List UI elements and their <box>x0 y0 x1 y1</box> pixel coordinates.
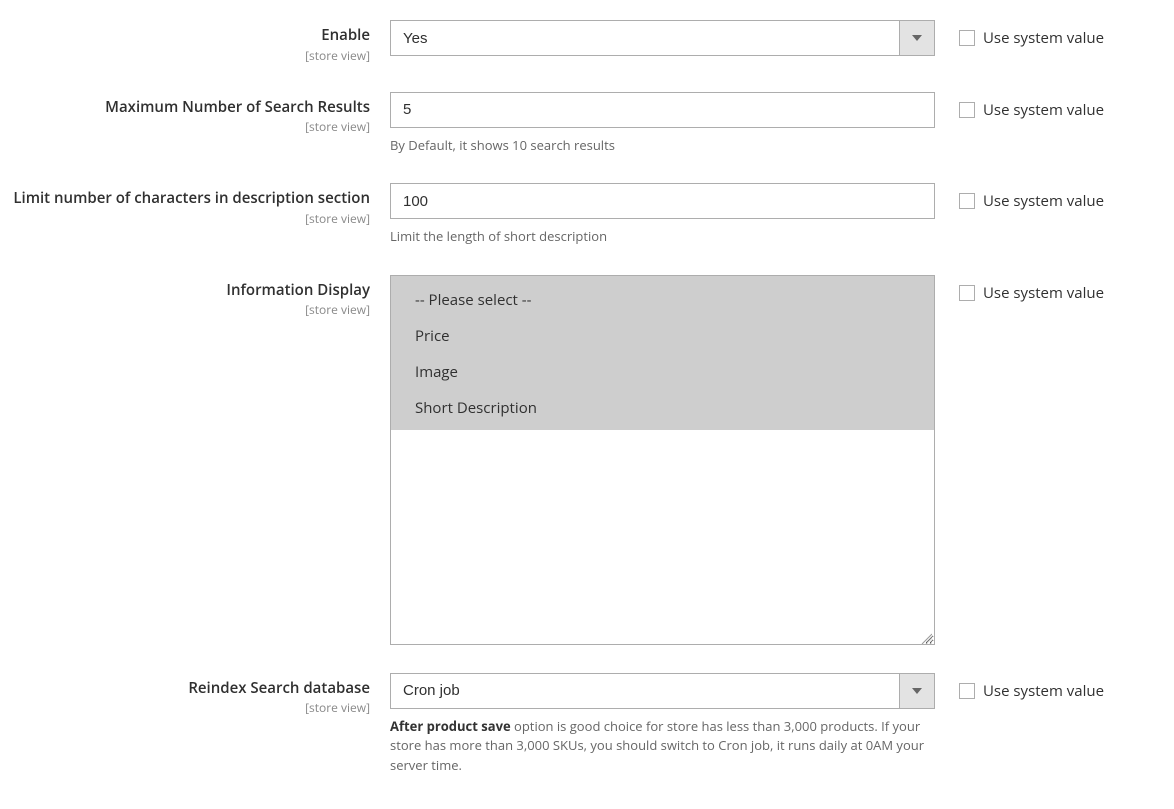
reindex-select-wrap: Cron job <box>390 673 935 709</box>
enable-select[interactable]: Yes <box>390 20 935 56</box>
scope-label: [store view] <box>10 699 370 716</box>
multiselect-selected-group: -- Please select -- Price Image Short De… <box>391 276 934 430</box>
use-system-label: Use system value <box>983 681 1104 701</box>
use-system-label: Use system value <box>983 100 1104 120</box>
sys-col: Use system value <box>935 183 1104 211</box>
scope-label: [store view] <box>10 47 370 64</box>
scope-label: [store view] <box>10 210 370 227</box>
sys-col: Use system value <box>935 673 1104 701</box>
sys-col: Use system value <box>935 92 1104 120</box>
info-display-use-system-checkbox[interactable] <box>959 285 975 301</box>
control-col: Cron job After product save option is go… <box>390 673 935 776</box>
reindex-note: After product save option is good choice… <box>390 717 935 776</box>
label-col: Reindex Search database [store view] <box>10 673 390 717</box>
label-col: Enable [store view] <box>10 20 390 64</box>
limit-chars-input[interactable] <box>390 183 935 219</box>
scope-label: [store view] <box>10 301 370 318</box>
label-col: Information Display [store view] <box>10 275 390 319</box>
limit-chars-label: Limit number of characters in descriptio… <box>13 188 370 208</box>
reindex-label: Reindex Search database <box>188 678 370 698</box>
use-system-label: Use system value <box>983 191 1104 211</box>
reindex-use-system-checkbox[interactable] <box>959 683 975 699</box>
use-system-label: Use system value <box>983 283 1104 303</box>
sys-col: Use system value <box>935 20 1104 48</box>
reindex-note-strong: After product save <box>390 717 511 735</box>
info-display-label: Information Display <box>226 280 370 300</box>
limit-chars-note: Limit the length of short description <box>390 227 935 247</box>
row-limit-chars: Limit number of characters in descriptio… <box>10 183 1160 247</box>
enable-use-system-checkbox[interactable] <box>959 30 975 46</box>
max-results-use-system-checkbox[interactable] <box>959 102 975 118</box>
limit-chars-use-system-checkbox[interactable] <box>959 193 975 209</box>
row-enable: Enable [store view] Yes Use system value <box>10 20 1160 64</box>
row-info-display: Information Display [store view] -- Plea… <box>10 275 1160 645</box>
control-col: By Default, it shows 10 search results <box>390 92 935 156</box>
resize-handle-icon <box>920 630 932 642</box>
sys-col: Use system value <box>935 275 1104 303</box>
multiselect-option[interactable]: Price <box>391 318 934 354</box>
row-reindex: Reindex Search database [store view] Cro… <box>10 673 1160 776</box>
enable-select-wrap: Yes <box>390 20 935 56</box>
multiselect-option[interactable]: -- Please select -- <box>391 282 934 318</box>
control-col: -- Please select -- Price Image Short De… <box>390 275 935 645</box>
reindex-select[interactable]: Cron job <box>390 673 935 709</box>
max-results-input[interactable] <box>390 92 935 128</box>
max-results-note: By Default, it shows 10 search results <box>390 136 935 156</box>
settings-form: Enable [store view] Yes Use system value… <box>10 20 1160 775</box>
label-col: Maximum Number of Search Results [store … <box>10 92 390 136</box>
use-system-label: Use system value <box>983 28 1104 48</box>
multiselect-option[interactable]: Short Description <box>391 390 934 426</box>
max-results-label: Maximum Number of Search Results <box>105 97 370 117</box>
label-col: Limit number of characters in descriptio… <box>10 183 390 227</box>
row-max-results: Maximum Number of Search Results [store … <box>10 92 1160 156</box>
multiselect-option[interactable]: Image <box>391 354 934 390</box>
control-col: Limit the length of short description <box>390 183 935 247</box>
control-col: Yes <box>390 20 935 56</box>
info-display-multiselect[interactable]: -- Please select -- Price Image Short De… <box>390 275 935 645</box>
scope-label: [store view] <box>10 118 370 135</box>
enable-label: Enable <box>321 25 370 45</box>
